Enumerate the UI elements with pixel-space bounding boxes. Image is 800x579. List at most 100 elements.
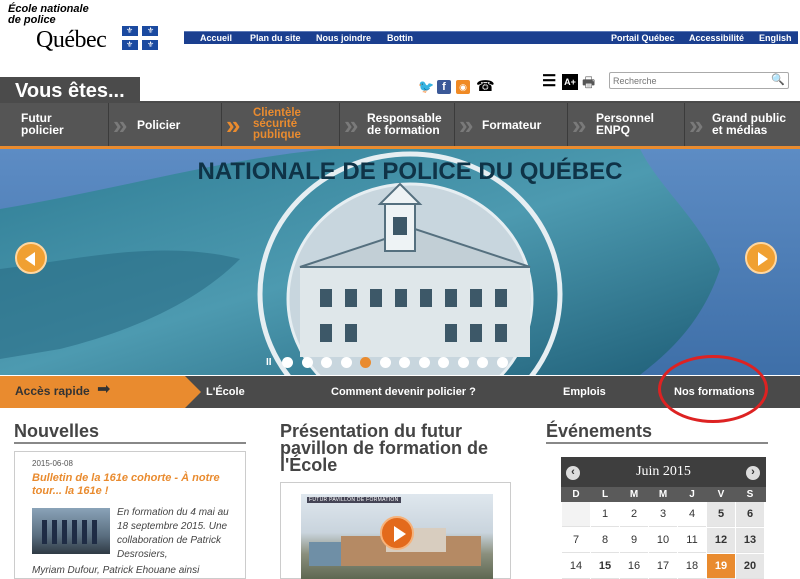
calendar-day[interactable]: 13: [736, 528, 764, 553]
quick-link-ecole[interactable]: L'École: [206, 386, 245, 398]
vous-etes-label: Vous êtes...: [0, 77, 140, 103]
calendar-day[interactable]: 15: [591, 554, 619, 579]
profile-label: Policier: [137, 118, 181, 132]
search-box: 🔍: [609, 72, 789, 89]
topnav-english[interactable]: English: [759, 32, 792, 44]
calendar-header: ‹ Juin 2015 ›: [561, 457, 766, 487]
slider-next-button[interactable]: [745, 242, 777, 274]
news-date: 2015-06-08: [32, 459, 73, 468]
profile-policier[interactable]: » Policier: [108, 103, 221, 147]
rss-icon[interactable]: ◉: [456, 80, 470, 94]
slider-dot[interactable]: [340, 357, 352, 368]
slider-dot[interactable]: [379, 357, 391, 368]
calendar-day[interactable]: 18: [678, 554, 706, 579]
calendar-day[interactable]: 17: [649, 554, 677, 579]
quick-link-devenir-policier[interactable]: Comment devenir policier ?: [331, 386, 476, 398]
profile-clientele-securite-publique[interactable]: » Clientèle sécurité publique: [221, 103, 339, 147]
slider-prev-button[interactable]: [15, 242, 47, 274]
promo-title: Présentation du futur pavillon de format…: [280, 422, 488, 475]
topnav-plan-du-site[interactable]: Plan du site: [250, 32, 301, 44]
calendar-weekdays: DLMMJVS: [561, 487, 766, 502]
calendar-day: [562, 502, 590, 527]
profile-personnel-enpq[interactable]: » Personnel ENPQ: [567, 103, 684, 147]
calendar-day[interactable]: 3: [649, 502, 677, 527]
calendar-day[interactable]: 16: [620, 554, 648, 579]
search-icon[interactable]: 🔍: [771, 73, 785, 88]
profile-grand-public[interactable]: » Grand public et médias: [684, 103, 800, 147]
calendar-day[interactable]: 14: [562, 554, 590, 579]
news-title: Nouvelles: [14, 421, 100, 441]
slider-dot[interactable]: [301, 357, 313, 368]
promo-card: FUTUR PAVILLON DE FORMATION: [280, 482, 511, 579]
slider-dot[interactable]: [282, 357, 293, 368]
profile-responsable-de-formation[interactable]: » Responsable de formation: [339, 103, 454, 147]
logo[interactable]: École nationale de police Québec ⚜ ⚜ ⚜ ⚜: [8, 4, 158, 53]
twitter-icon[interactable]: 🐦: [418, 80, 434, 94]
slider-dot[interactable]: [496, 357, 508, 368]
school-name-line2: de police: [8, 14, 56, 26]
arrow-right-icon: ➡: [97, 381, 111, 398]
news-thumbnail[interactable]: [32, 508, 110, 554]
font-size-icon[interactable]: A+: [562, 74, 578, 90]
news-divider: [14, 442, 246, 444]
events-calendar: ‹ Juin 2015 › DLMMJVS 1 2 3 4 5 6 7 8 9 10 11 12 13 1…: [561, 457, 766, 579]
calendar-day[interactable]: 19: [707, 554, 735, 579]
slider-dot[interactable]: [399, 357, 410, 368]
calendar-day[interactable]: 10: [649, 528, 677, 553]
topnav-bottin[interactable]: Bottin: [387, 32, 413, 44]
news-card[interactable]: 2015-06-08 Bulletin de la 161e cohorte -…: [14, 451, 246, 579]
calendar-day[interactable]: 11: [678, 528, 706, 553]
calendar-day[interactable]: 1: [591, 502, 619, 527]
profile-label: de formation: [367, 123, 440, 137]
topnav-nous-joindre[interactable]: Nous joindre: [316, 32, 371, 44]
promo-image-caption: FUTUR PAVILLON DE FORMATION: [307, 497, 401, 503]
profile-futur-policier[interactable]: Futur policier: [0, 103, 108, 147]
chevron-icon: »: [226, 110, 242, 140]
slider-dot[interactable]: [418, 357, 430, 368]
slider-dot[interactable]: [457, 357, 469, 368]
calendar-day[interactable]: 9: [620, 528, 648, 553]
profile-label: et médias: [712, 123, 768, 137]
calendar-day[interactable]: 6: [736, 502, 764, 527]
phone-icon[interactable]: ☎: [476, 79, 495, 94]
slider-pause-icon[interactable]: II: [266, 357, 272, 368]
slider-dot[interactable]: [321, 357, 332, 368]
brand-quebec: Québec: [36, 27, 107, 53]
profile-label: policier: [21, 123, 64, 137]
calendar-day[interactable]: 5: [707, 502, 735, 527]
profile-label: Formateur: [482, 118, 542, 132]
topnav-accessibilite[interactable]: Accessibilité: [689, 32, 744, 44]
hero-slider: NATIONALE DE POLICE DU QUÉBEC: [0, 149, 800, 375]
hero-flag-text: NATIONALE DE POLICE DU QUÉBEC: [198, 157, 623, 185]
quick-access-label: Accès rapide ➡: [0, 376, 201, 408]
calendar-weekday: M: [658, 489, 668, 500]
news-headline[interactable]: Bulletin de la 161e cohorte - À notre to…: [32, 472, 237, 498]
calendar-day[interactable]: 2: [620, 502, 648, 527]
calendar-weekday: D: [572, 489, 580, 500]
chevron-icon: »: [113, 110, 129, 140]
calendar-day[interactable]: 4: [678, 502, 706, 527]
quick-link-emplois[interactable]: Emplois: [563, 386, 606, 398]
hero-flag-image: NATIONALE DE POLICE DU QUÉBEC: [0, 149, 800, 375]
slider-dot[interactable]: [360, 357, 371, 368]
profile-formateur[interactable]: » Formateur: [454, 103, 567, 147]
facebook-icon[interactable]: f: [437, 80, 451, 94]
calendar-day[interactable]: 12: [707, 528, 735, 553]
chevron-icon: »: [344, 110, 360, 140]
news-excerpt-continued: Myriam Dufour, Patrick Ehouane ainsi: [32, 565, 200, 576]
topnav-accueil[interactable]: Accueil: [200, 32, 232, 44]
calendar-day[interactable]: 7: [562, 528, 590, 553]
topnav-portail-quebec[interactable]: Portail Québec: [611, 32, 675, 44]
slider-dot[interactable]: [477, 357, 488, 368]
quick-link-nos-formations[interactable]: Nos formations: [674, 386, 755, 398]
calendar-next-icon[interactable]: ›: [746, 466, 760, 480]
play-button[interactable]: [380, 516, 414, 550]
chevron-icon: »: [572, 110, 588, 140]
list-view-icon[interactable]: ☰: [542, 74, 558, 90]
print-icon[interactable]: 🖶: [582, 74, 598, 90]
calendar-day[interactable]: 20: [736, 554, 764, 579]
promo-title-line: l'École: [280, 455, 338, 475]
calendar-day[interactable]: 8: [591, 528, 619, 553]
search-input[interactable]: [613, 74, 768, 87]
slider-dot[interactable]: [438, 357, 449, 368]
